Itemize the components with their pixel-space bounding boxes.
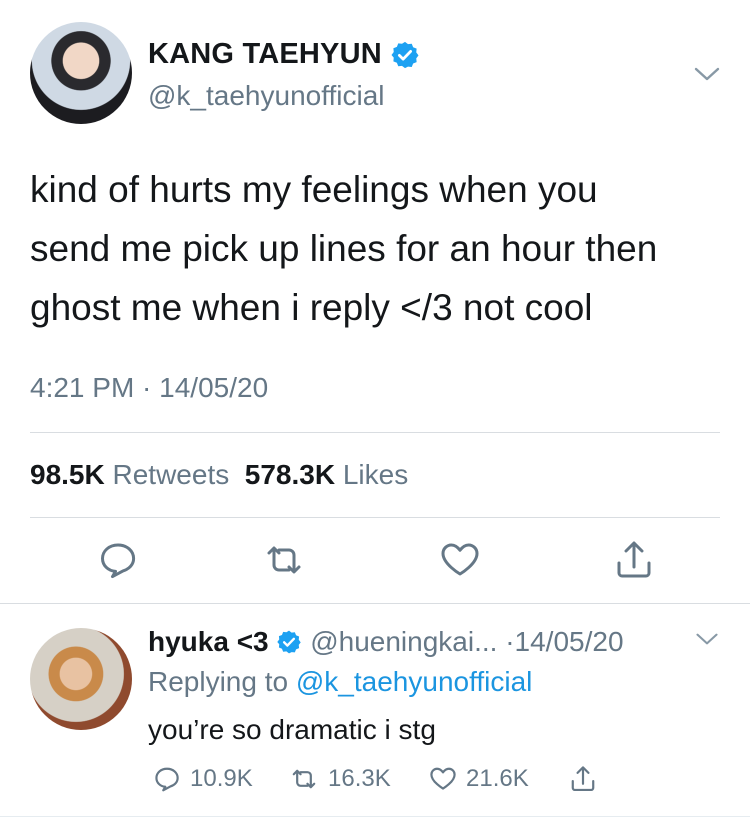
reply-text: you’re so dramatic i stg	[148, 714, 436, 745]
reply-author-name[interactable]: hyuka <3	[148, 626, 269, 657]
like-count: 21.6K	[466, 765, 529, 792]
reply-icon	[155, 767, 179, 792]
like-icon[interactable]	[438, 538, 482, 582]
tweet-timestamp[interactable]: 4:21 PM · 14/05/20	[30, 372, 268, 404]
divider	[30, 432, 720, 433]
replying-to-mention[interactable]: @k_taehyunofficial	[296, 666, 533, 697]
verified-badge-icon	[277, 630, 302, 654]
replying-to: Replying to @k_taehyunofficial	[148, 666, 532, 698]
reply-header: hyuka <3 @hueningkai... ·14/05/20	[148, 626, 624, 658]
verified-badge-icon	[391, 41, 419, 69]
reply-retweet-button[interactable]: 16.3K	[288, 764, 391, 794]
tweet-text: kind of hurts my feelings when you send …	[30, 160, 730, 337]
like-icon	[430, 767, 456, 790]
reply-date[interactable]: ·14/05/20	[505, 626, 623, 657]
retweet-count: 16.3K	[328, 765, 391, 792]
reply-like-button[interactable]: 21.6K	[428, 764, 529, 794]
retweets-count[interactable]: 98.5K	[30, 459, 105, 490]
retweet-icon[interactable]	[262, 538, 306, 582]
reply-icon[interactable]	[96, 538, 140, 582]
divider	[30, 517, 720, 518]
tweet-stats: 98.5K Retweets 578.3K Likes	[30, 459, 408, 491]
chevron-down-icon[interactable]	[692, 64, 722, 84]
retweet-icon	[292, 769, 316, 789]
tweet-text-line: send me pick up lines for an hour then	[30, 228, 658, 269]
reply-count: 10.9K	[190, 765, 253, 792]
reply-author-avatar[interactable]	[30, 628, 132, 730]
reply-reply-button[interactable]: 10.9K	[152, 764, 253, 794]
share-icon[interactable]	[568, 764, 598, 794]
tweet-text-line: ghost me when i reply </3 not cool	[30, 287, 593, 328]
likes-count[interactable]: 578.3K	[245, 459, 335, 490]
replying-to-label: Replying to	[148, 666, 289, 697]
author-avatar[interactable]	[30, 22, 132, 124]
chevron-down-icon[interactable]	[694, 630, 720, 648]
retweets-label[interactable]: Retweets	[113, 459, 230, 490]
author-name[interactable]: KANG TAEHYUN	[148, 38, 382, 71]
share-icon[interactable]	[612, 538, 656, 582]
author-handle[interactable]: @k_taehyunofficial	[148, 80, 385, 112]
likes-label[interactable]: Likes	[343, 459, 408, 490]
section-separator	[0, 603, 750, 604]
reply-author-handle[interactable]: @hueningkai...	[310, 626, 497, 657]
tweet-text-line: kind of hurts my feelings when you	[30, 169, 598, 210]
